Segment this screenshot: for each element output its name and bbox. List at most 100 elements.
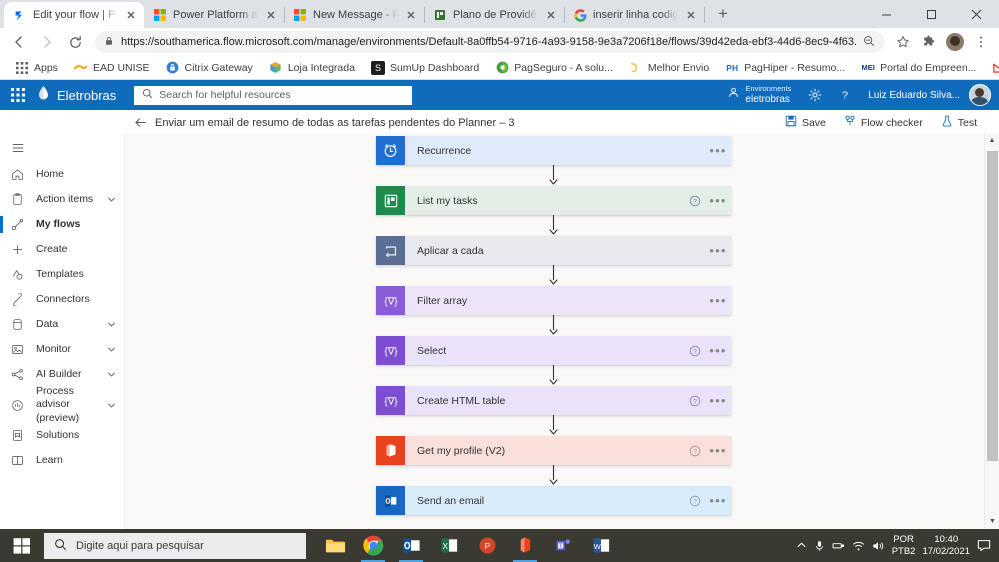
scroll-up-arrow[interactable]: ▲ [985,133,999,148]
sidebar-item-templates[interactable]: Templates [0,262,124,287]
extensions-puzzle-icon[interactable] [917,30,941,54]
flow-step-card[interactable]: {∇} Select ? ••• [376,336,731,365]
chrome-menu-icon[interactable] [969,30,993,54]
chevron-down-icon[interactable] [107,320,124,329]
close-icon[interactable]: ✕ [544,8,558,22]
environment-selector[interactable]: Environments eletrobras [719,84,799,105]
bookmark-apps[interactable]: Apps [8,59,65,77]
help-icon[interactable]: ? [685,195,705,207]
bookmark-ead-unise[interactable]: EAD UNISE [67,59,157,77]
help-icon[interactable]: ? [685,395,705,407]
question-mark-icon[interactable]: ? [831,80,859,110]
show-hidden-icons-chevron[interactable] [796,540,807,551]
close-icon[interactable]: ✕ [264,8,278,22]
taskbar-search-input[interactable]: Digite aqui para pesquisar [44,532,306,559]
flow-step-menu-button[interactable]: ••• [705,393,731,408]
gear-icon[interactable] [801,80,829,110]
vertical-scrollbar[interactable]: ▲ ▼ [984,133,999,529]
chevron-down-icon[interactable] [107,401,124,410]
bookmark-pagseguro[interactable]: PagSeguro - A solu... [488,59,620,77]
flow-step-menu-button[interactable]: ••• [705,193,731,208]
bookmark-paghiper[interactable]: PH PagHiper - Resumo... [718,59,852,77]
flow-step-card[interactable]: List my tasks ? ••• [376,186,731,215]
sidebar-item-monitor[interactable]: Monitor [0,337,124,362]
chevron-down-icon[interactable] [107,345,124,354]
sidebar-item-create[interactable]: Create [0,237,124,262]
wifi-icon[interactable] [852,540,865,552]
sidebar-item-connectors[interactable]: Connectors [0,287,124,312]
bookmark-sumup-dashboard[interactable]: S SumUp Dashboard [364,59,486,77]
avatar[interactable] [969,84,991,106]
clock[interactable]: 10:40 17/02/2021 [922,534,970,558]
flow-step-card[interactable]: Get my profile (V2) ? ••• [376,436,731,465]
flow-step-card[interactable]: Recurrence ••• [376,136,731,165]
file-explorer-icon[interactable] [316,529,354,562]
sidebar-item-solutions[interactable]: Solutions [0,423,124,448]
new-tab-button[interactable]: + [710,1,736,27]
browser-tab[interactable]: inserir linha codigo htlm - P ✕ [564,2,705,28]
sidebar-item-ai-builder[interactable]: AI Builder [0,362,124,387]
bookmark-star-icon[interactable] [891,30,915,54]
sidebar-item-process-advisor[interactable]: Process advisor (preview) [0,385,124,424]
close-icon[interactable]: ✕ [404,8,418,22]
flow-step-card[interactable]: Aplicar a cada ••• [376,236,731,265]
windows-start-icon[interactable] [0,529,44,562]
flow-step-menu-button[interactable]: ••• [705,293,731,308]
back-arrow-icon[interactable] [125,110,155,136]
microphone-icon[interactable] [814,540,825,552]
usb-device-icon[interactable] [832,540,845,551]
bookmark-portal-empreendedor[interactable]: MEI Portal do Empreen... [854,59,983,77]
profile-avatar-icon[interactable] [943,30,967,54]
volume-icon[interactable] [872,540,885,552]
browser-tab[interactable]: Plano de Providências – Pla ✕ [424,2,565,28]
flow-step-card[interactable]: Send an email ? ••• [376,486,731,515]
flow-step-menu-button[interactable]: ••• [705,493,731,508]
sidebar-item-data[interactable]: Data [0,312,124,337]
sidebar-item-learn[interactable]: Learn [0,448,124,473]
teams-icon[interactable]: T [544,529,582,562]
user-name[interactable]: Luiz Eduardo Silva... [861,90,967,101]
bookmark-citrix-gateway[interactable]: Citrix Gateway [159,59,260,77]
flow-step-card[interactable]: {∇} Filter array ••• [376,286,731,315]
flow-step-menu-button[interactable]: ••• [705,143,731,158]
brand[interactable]: Eletrobras [36,85,134,105]
address-bar[interactable]: https://southamerica.flow.microsoft.com/… [95,31,884,53]
test-button[interactable]: Test [933,112,985,133]
scrollbar-thumb[interactable] [987,151,998,461]
flow-checker-button[interactable]: Flow checker [836,112,931,133]
language-indicator[interactable]: POR PTB2 [892,534,916,558]
save-button[interactable]: Save [777,112,834,133]
flow-designer-canvas[interactable]: Recurrence ••• List my tasks ? ••• Aplic… [125,133,999,529]
google-chrome-icon[interactable] [354,529,392,562]
search-input[interactable]: Search for helpful resources [134,85,413,105]
close-window-icon[interactable] [954,0,999,28]
bookmark-loja-integrada[interactable]: Loja Integrada [262,59,362,77]
browser-tab[interactable]: New Message - Power Platf ✕ [284,2,425,28]
word-icon[interactable]: W [582,529,620,562]
notification-icon[interactable] [977,539,991,552]
excel-icon[interactable]: X [430,529,468,562]
chevron-down-icon[interactable] [107,370,124,379]
forward-icon[interactable] [34,29,60,55]
flow-step-menu-button[interactable]: ••• [705,343,731,358]
close-icon[interactable]: ✕ [124,8,138,22]
flow-step-menu-button[interactable]: ••• [705,243,731,258]
sidebar-item-my-flows[interactable]: My flows [0,212,124,237]
flow-step-menu-button[interactable]: ••• [705,443,731,458]
help-icon[interactable]: ? [685,495,705,507]
back-icon[interactable] [6,29,32,55]
powerpoint-icon[interactable]: P [468,529,506,562]
sidebar-item-action-items[interactable]: Action items [0,187,124,212]
minimize-icon[interactable] [864,0,909,28]
chevron-down-icon[interactable] [107,195,124,204]
outlook-icon[interactable] [392,529,430,562]
maximize-icon[interactable] [909,0,954,28]
close-icon[interactable]: ✕ [684,8,698,22]
sidebar-item-home[interactable]: Home [0,162,124,187]
waffle-grid-icon[interactable] [0,80,36,110]
reload-icon[interactable] [62,29,88,55]
scroll-down-arrow[interactable]: ▼ [985,514,999,529]
flow-step-card[interactable]: {∇} Create HTML table ? ••• [376,386,731,415]
hamburger-menu-icon[interactable] [0,137,36,159]
bookmark-melhor-envio[interactable]: Melhor Envio [622,59,716,77]
